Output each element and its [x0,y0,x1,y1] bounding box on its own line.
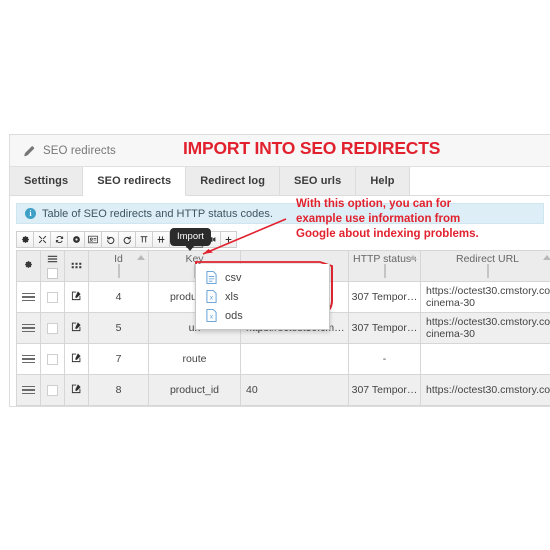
tab-seo-urls[interactable]: SEO urls [280,167,357,195]
sort-caret-icon[interactable] [137,255,145,260]
header-settings-gear[interactable] [16,250,41,282]
import-format-menu: csv x xls x ods [195,264,330,330]
row-select-checkbox[interactable] [40,281,65,313]
annotation-note-line-1: With this option, you can for [296,198,452,210]
menu-item-xls[interactable]: x xls [196,287,329,306]
cell-http-status: 307 Tempor… [348,312,421,344]
filter-redirect-url-input[interactable] [486,264,489,278]
cell-http-status: 307 Tempor… [348,281,421,313]
cell-key: product_id [148,374,241,406]
row-drag-handle[interactable] [16,312,41,344]
annotation-note-line-3: Google about indexing problems. [296,228,479,240]
align-top-button[interactable] [135,231,152,248]
filter-http-status-input[interactable] [383,264,386,278]
cell-id: 4 [88,281,149,313]
menu-item-ods[interactable]: x ods [196,306,329,325]
row-drag-handle[interactable] [16,374,41,406]
cell-id: 5 [88,312,149,344]
row-select-checkbox[interactable] [40,312,65,344]
row-edit-button[interactable] [64,374,89,406]
menu-item-csv[interactable]: csv [196,268,329,287]
file-ods-icon: x [206,309,217,322]
record-button[interactable] [67,231,84,248]
row-drag-handle[interactable] [16,343,41,375]
row-edit-button[interactable] [64,281,89,313]
fullscreen-button[interactable] [33,231,50,248]
cell-value [240,343,349,375]
file-csv-icon [206,271,217,284]
grid-dots-icon [71,260,82,272]
filter-id-input[interactable] [117,264,120,278]
redo-button[interactable] [118,231,135,248]
edit-pencil-icon [71,290,82,301]
cell-value: 40 [240,374,349,406]
tab-help[interactable]: Help [356,167,410,195]
cell-redirect-url: https://octest30.cmstory.co… cinema-30 [420,281,550,313]
menu-item-ods-label: ods [225,309,243,322]
header-grid-view[interactable] [64,250,89,282]
cell-key: route [148,343,241,375]
header-http-status-code[interactable]: HTTP status cod [348,250,421,282]
sort-caret-icon[interactable] [409,255,417,260]
gear-icon [24,260,33,272]
cell-id: 7 [88,343,149,375]
cell-redirect-url: https://octest30.cmstory.co… cinema-30 [420,312,550,344]
info-circle-icon: i [25,208,36,219]
cell-http-status: 307 Tempor… [348,374,421,406]
edit-pencil-icon [71,352,82,363]
select-all-checkbox[interactable] [47,267,58,279]
cell-redirect-url [420,343,550,375]
row-select-checkbox[interactable] [40,343,65,375]
list-lines-icon [47,254,58,266]
undo-button[interactable] [101,231,118,248]
header-id[interactable]: Id [88,250,149,282]
header-redirect-url[interactable]: Redirect URL [420,250,550,282]
cell-http-status: - [348,343,421,375]
menu-item-csv-label: csv [225,271,242,284]
tab-bar-filler [409,167,550,195]
row-select-checkbox[interactable] [40,374,65,406]
card-view-button[interactable] [84,231,101,248]
tab-bar: Settings SEO redirects Redirect log SEO … [10,167,550,196]
cell-id: 8 [88,374,149,406]
tab-redirect-log[interactable]: Redirect log [186,167,281,195]
breadcrumb-label: SEO redirects [43,144,116,157]
align-middle-button[interactable] [152,231,169,248]
screenshot-root: SEO redirects Settings SEO redirects Red… [0,0,550,550]
annotation-note-line-2: example use information from [296,213,461,225]
menu-item-xls-label: xls [225,290,239,303]
import-tooltip: Import [170,228,211,251]
table-row[interactable]: 7 route - [16,343,550,375]
tab-settings[interactable]: Settings [10,167,84,195]
refresh-button[interactable] [50,231,67,248]
cell-redirect-url: https://octest30.cmstory.co… [420,374,550,406]
row-edit-button[interactable] [64,343,89,375]
sort-caret-icon[interactable] [543,255,550,260]
annotation-note: With this option, you can for example us… [296,197,479,242]
pencil-icon [22,144,36,158]
edit-pencil-icon [71,321,82,332]
file-xls-icon: x [206,290,217,303]
add-row-button[interactable] [220,231,237,248]
row-drag-handle[interactable] [16,281,41,313]
annotation-title: IMPORT INTO SEO REDIRECTS [183,138,441,158]
row-edit-button[interactable] [64,312,89,344]
settings-gear-button[interactable] [16,231,33,248]
header-select-all[interactable] [40,250,65,282]
table-row[interactable]: 8 product_id 40 307 Tempor… https://octe… [16,374,550,406]
edit-pencil-icon [71,383,82,394]
tab-seo-redirects[interactable]: SEO redirects [83,167,187,196]
info-bar-text: Table of SEO redirects and HTTP status c… [42,207,273,220]
